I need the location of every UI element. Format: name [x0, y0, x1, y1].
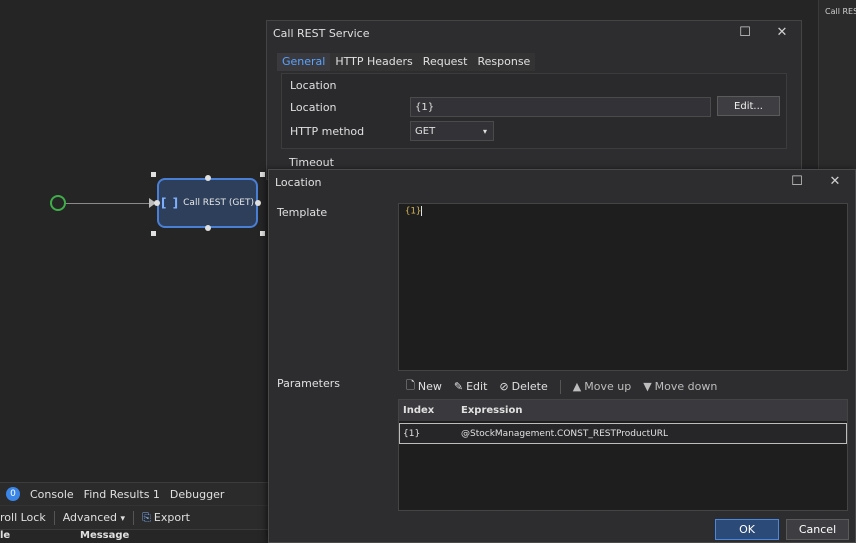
arrow-down-icon: ▼: [643, 380, 652, 393]
ok-button[interactable]: OK: [715, 519, 779, 540]
cancel-button[interactable]: Cancel: [786, 519, 849, 540]
connector-line: [66, 203, 150, 204]
start-node[interactable]: [50, 195, 66, 211]
chevron-down-icon: ▾: [482, 126, 487, 136]
tab-console[interactable]: Console: [30, 488, 74, 501]
connection-port[interactable]: [205, 225, 211, 231]
column-header-message: Message: [80, 530, 130, 541]
tab-find-results[interactable]: Find Results 1: [84, 488, 160, 501]
resize-handle[interactable]: [151, 172, 156, 177]
resize-handle[interactable]: [260, 231, 265, 236]
no-icon: ⊘: [499, 380, 509, 393]
maximize-icon[interactable]: ☐: [737, 25, 753, 41]
brackets-icon: [ ]: [160, 196, 180, 210]
row-index: {1}: [403, 428, 421, 439]
chevron-down-icon: ▾: [120, 514, 126, 524]
location-dialog: Location ☐ ✕ Template {1} Parameters 🗋 Ne…: [268, 169, 856, 543]
location-group-title: Location: [290, 79, 337, 92]
maximize-icon[interactable]: ☐: [789, 174, 805, 190]
export-button[interactable]: ⎘ Export: [142, 511, 190, 525]
advanced-dropdown[interactable]: Advanced ▾: [63, 511, 125, 524]
close-icon[interactable]: ✕: [827, 174, 843, 190]
toolbar-separator: [559, 379, 561, 394]
connection-port[interactable]: [205, 175, 211, 181]
text-caret: [421, 206, 423, 216]
column-header-title: le: [0, 530, 11, 541]
arrow-up-icon: ▲: [572, 380, 582, 393]
template-text: {1}: [405, 206, 422, 217]
export-icon: ⎘: [142, 510, 151, 524]
edit-location-button[interactable]: Edit...: [717, 96, 780, 116]
delete-parameter-button[interactable]: ⊘ Delete: [499, 380, 547, 393]
location-title-bar[interactable]: Location ☐ ✕: [269, 170, 855, 194]
close-icon[interactable]: ✕: [774, 25, 790, 41]
resize-handle[interactable]: [151, 231, 156, 236]
resize-handle[interactable]: [260, 172, 265, 177]
tab-strip: General HTTP Headers Request Response: [277, 53, 536, 71]
advanced-label: Advanced: [62, 511, 118, 524]
move-down-button[interactable]: ▼ Move down: [643, 380, 717, 393]
http-method-select[interactable]: GET ▾: [410, 121, 494, 141]
error-count-badge[interactable]: 0: [6, 487, 20, 501]
move-up-button[interactable]: ▲ Move up: [573, 380, 631, 393]
tab-response[interactable]: Response: [472, 53, 536, 71]
dialog-title: Call REST Service: [273, 26, 370, 40]
delete-label: Delete: [511, 380, 548, 393]
toolbar-separator: [53, 510, 55, 525]
edit-parameter-button[interactable]: ✎ Edit: [454, 380, 488, 393]
export-label: Export: [153, 511, 190, 524]
move-up-label: Move up: [584, 380, 632, 393]
row-expression: @StockManagement.CONST_RESTProductURL: [461, 428, 669, 439]
move-down-label: Move down: [654, 380, 718, 393]
column-header-index: Index: [403, 405, 435, 416]
timeout-group-title: Timeout: [289, 156, 334, 169]
call-rest-service-dialog: Call REST Service ☐ ✕ General HTTP Heade…: [266, 20, 802, 180]
template-editor[interactable]: {1}: [398, 203, 848, 371]
connection-port[interactable]: [255, 200, 261, 206]
new-label: New: [417, 380, 442, 393]
toolbar-separator: [133, 510, 135, 525]
table-header: Index Expression: [399, 400, 847, 421]
call-rest-activity[interactable]: [ ] Call REST (GET): [157, 178, 258, 228]
parameters-label: Parameters: [277, 377, 340, 390]
tab-http-headers[interactable]: HTTP Headers: [330, 53, 418, 71]
tab-debugger[interactable]: Debugger: [170, 488, 224, 501]
new-file-icon: 🗋: [406, 379, 415, 392]
right-panel-label: Call RES: [825, 7, 856, 16]
column-header-expression: Expression: [461, 405, 523, 416]
dialog-title-bar[interactable]: Call REST Service ☐ ✕: [267, 21, 801, 45]
parameters-toolbar: 🗋 New ✎ Edit ⊘ Delete ▲ Move up ▼ Move down: [406, 377, 717, 396]
http-method-value: GET: [415, 125, 436, 137]
tab-general[interactable]: General: [277, 53, 331, 71]
http-method-label: HTTP method: [290, 125, 365, 138]
scroll-lock-button[interactable]: roll Lock: [0, 511, 46, 524]
location-group: Location Location {1} Edit... HTTP metho…: [281, 73, 787, 149]
edit-label: Edit: [466, 380, 488, 393]
table-row[interactable]: {1} @StockManagement.CONST_RESTProductUR…: [399, 423, 847, 444]
tab-request[interactable]: Request: [417, 53, 473, 71]
new-parameter-button[interactable]: 🗋 New: [406, 377, 442, 396]
connection-port[interactable]: [154, 200, 160, 206]
activity-label: Call REST (GET): [183, 198, 254, 208]
template-label: Template: [277, 206, 328, 219]
parameters-table: Index Expression {1} @StockManagement.CO…: [398, 399, 848, 511]
output-panel: 0 Console Find Results 1 Debugger roll L…: [0, 482, 268, 543]
location-dialog-title: Location: [275, 175, 322, 189]
location-field[interactable]: {1}: [410, 97, 711, 117]
pencil-icon: ✎: [453, 380, 464, 393]
location-label: Location: [290, 101, 337, 114]
